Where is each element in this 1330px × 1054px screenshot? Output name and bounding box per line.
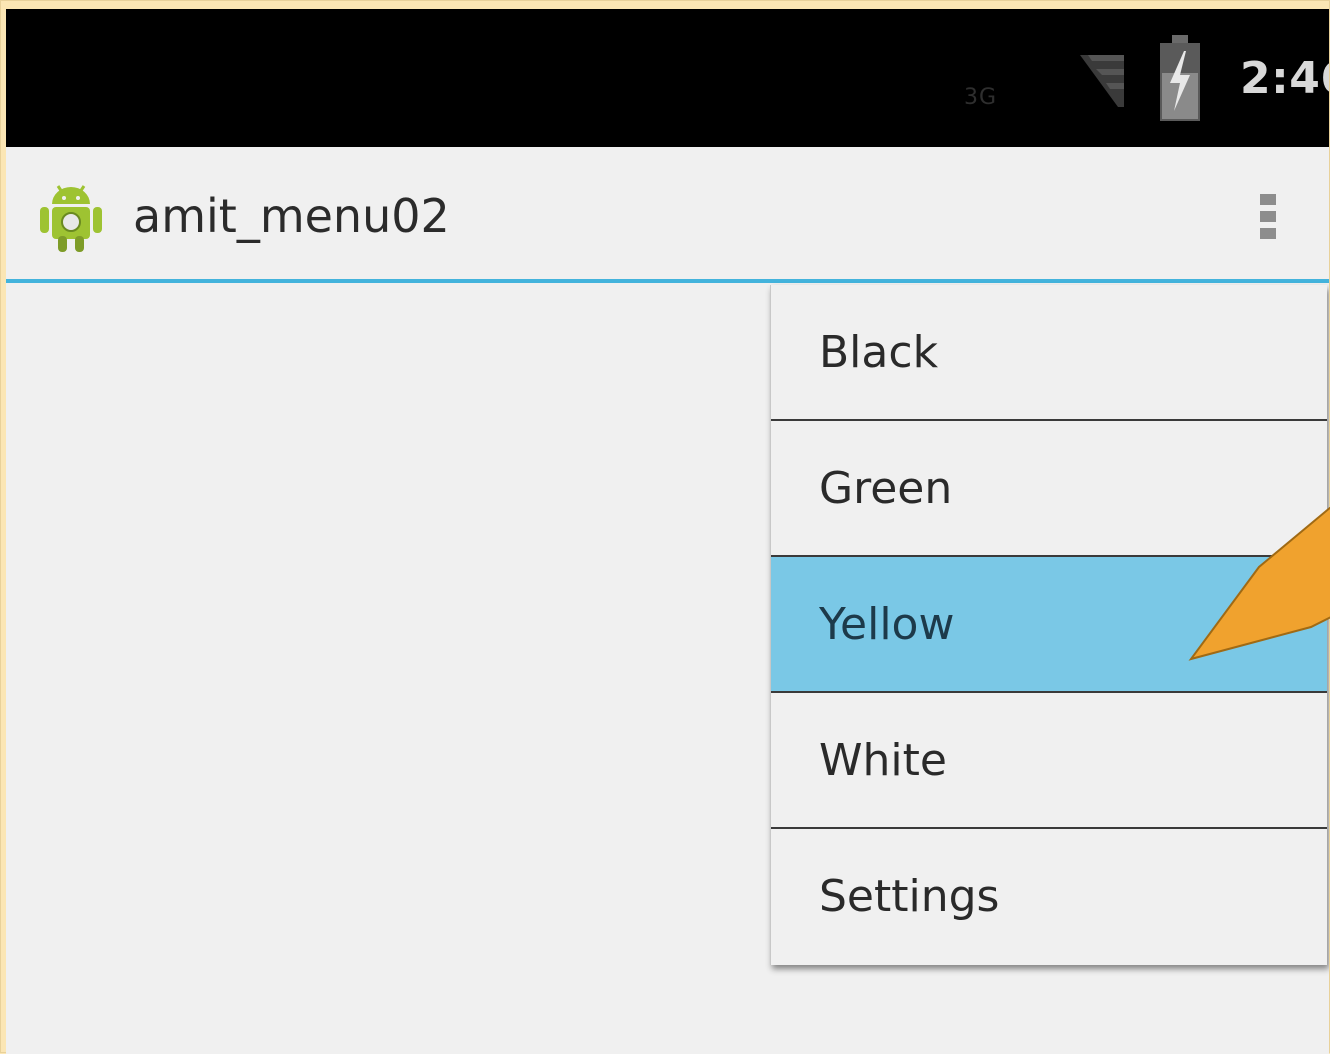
menu-item-label: Settings [819, 871, 1000, 922]
menu-item-label: Black [819, 327, 939, 378]
menu-item-label: Green [819, 463, 953, 514]
menu-item-label: White [819, 735, 947, 786]
overflow-menu-icon[interactable] [1244, 171, 1292, 261]
pointer-arrow-icon [1188, 507, 1330, 661]
slide-frame: 3G 2:46 [0, 0, 1330, 1054]
overflow-dot [1260, 210, 1276, 222]
signal-strength-icon [1080, 55, 1124, 107]
clock: 2:46 [1240, 53, 1329, 104]
network-type-label: 3G [964, 85, 998, 110]
status-bar: 3G 2:46 [6, 9, 1329, 147]
menu-item-black[interactable]: Black [771, 285, 1327, 421]
menu-item-settings[interactable]: Settings [771, 829, 1327, 965]
menu-item-label: Yellow [819, 599, 955, 650]
action-bar: amit_menu02 [6, 147, 1329, 283]
overflow-dot [1260, 227, 1276, 239]
app-title: amit_menu02 [133, 189, 450, 243]
menu-item-white[interactable]: White [771, 693, 1327, 829]
battery-charging-icon [1160, 35, 1200, 121]
overflow-dot [1260, 193, 1276, 205]
android-icon[interactable] [36, 180, 106, 254]
phone-screen: 3G 2:46 [6, 9, 1329, 1054]
